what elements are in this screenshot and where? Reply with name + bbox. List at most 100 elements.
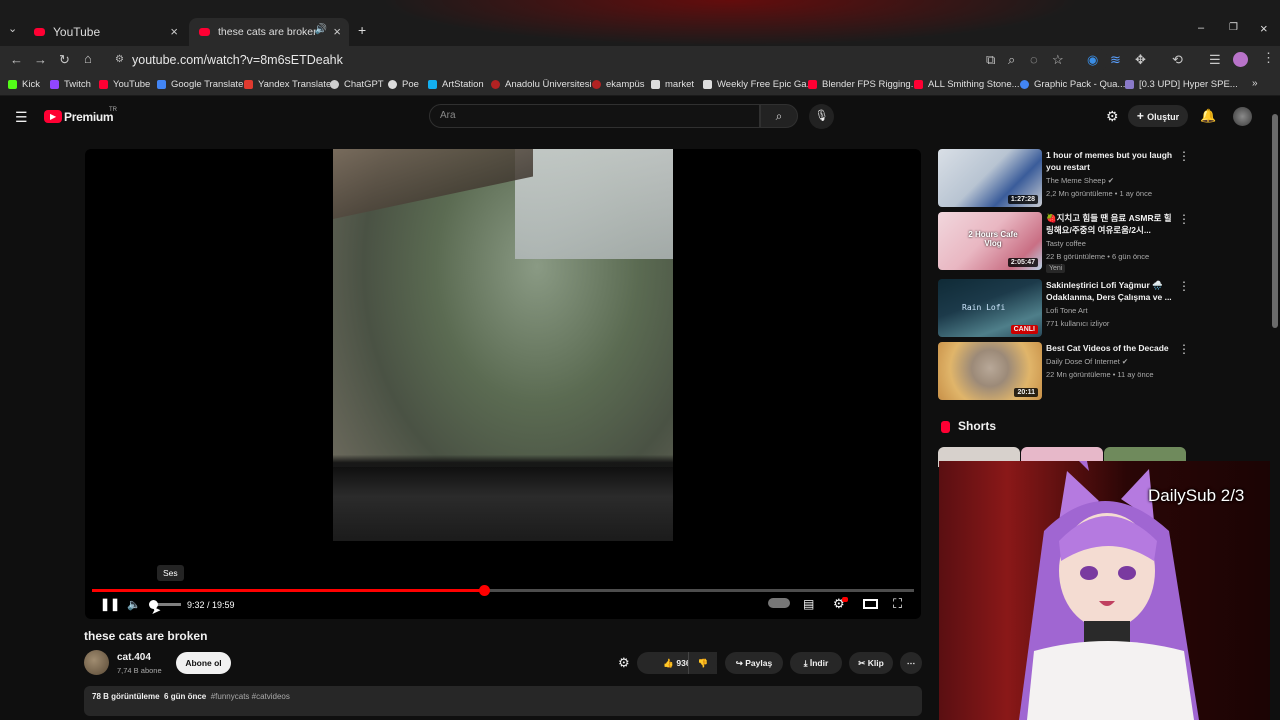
bookmark-graphic-pack[interactable]: Graphic Pack - Qua... <box>1020 79 1125 90</box>
tab-search-icon[interactable]: ⌄ <box>8 22 17 35</box>
channel-avatar[interactable] <box>84 650 109 675</box>
close-window-icon[interactable]: × <box>1260 21 1268 36</box>
bookmark-google-translate[interactable]: Google Translate <box>157 79 243 90</box>
recommendation-item[interactable]: 1:27:28 1 hour of memes but you laugh yo… <box>938 149 1190 209</box>
close-tab-icon[interactable]: × <box>170 24 178 39</box>
minimize-icon[interactable]: – <box>1198 22 1204 34</box>
university-icon <box>491 80 500 89</box>
bookmark-ekampus[interactable]: ekampüs <box>592 79 645 90</box>
video-player[interactable]: Ses ❚❚ 🔈 9:32 / 19:59 ▤ ⚙ ⛶ <box>85 149 921 619</box>
bookmark-star-icon[interactable]: ☆ <box>1052 52 1064 68</box>
site-info-icon[interactable]: ⚙ <box>115 48 124 72</box>
recommendation-title[interactable]: Sakinleştirici Lofi Yağmur 🌧️ Odaklanma,… <box>1046 279 1176 303</box>
speaker-icon[interactable]: 🔊 <box>315 24 327 35</box>
close-tab-icon[interactable]: × <box>333 24 341 39</box>
extension-icon[interactable]: ◉ <box>1087 52 1098 68</box>
bookmark-kick[interactable]: Kick <box>8 79 40 90</box>
menu-hamburger-icon[interactable]: ☰ <box>15 109 28 126</box>
progress-bar[interactable] <box>92 585 914 596</box>
subtitles-icon[interactable]: ▤ <box>803 597 814 611</box>
fullscreen-icon[interactable]: ⛶ <box>893 596 902 612</box>
dislike-button[interactable]: 👎 <box>688 652 717 674</box>
back-icon[interactable]: ← <box>10 52 23 67</box>
subscribe-button[interactable]: Abone ol <box>176 652 231 674</box>
bookmark-epic[interactable]: Weekly Free Epic Ga... <box>703 79 815 90</box>
bookmark-market[interactable]: market <box>651 79 694 90</box>
hashtags[interactable]: #funnycats #catvideos <box>211 692 290 701</box>
voice-search-button[interactable]: 🎙 <box>809 104 834 129</box>
video-thumbnail[interactable]: Rain Lofi CANLI <box>938 279 1042 337</box>
recommendation-title[interactable]: 🍓지치고 힘들 땐 음료 ASMR로 힐링해요/주중의 여유로움/2시... <box>1046 212 1176 236</box>
clip-button[interactable]: ✂ Klip <box>849 652 893 674</box>
bookmark-smithing[interactable]: ALL Smithing Stone... <box>914 79 1020 90</box>
install-app-icon[interactable]: ⧉ <box>986 52 995 68</box>
home-icon[interactable]: ⌂ <box>84 51 92 66</box>
search-input[interactable]: Ara <box>429 104 760 128</box>
recommendation-item[interactable]: 20:11 Best Cat Videos of the Decade Dail… <box>938 342 1190 402</box>
recommendation-item[interactable]: Rain Lofi CANLI Sakinleştirici Lofi Yağm… <box>938 279 1190 339</box>
maximize-icon[interactable]: ❐ <box>1229 22 1238 33</box>
recommendation-channel[interactable]: Tasty coffee <box>1046 239 1086 248</box>
description-box[interactable] <box>84 686 922 716</box>
more-options-icon[interactable]: ⋮ <box>1178 342 1190 356</box>
recommendation-channel[interactable]: The Meme Sheep ✔ <box>1046 176 1114 185</box>
profile-avatar[interactable] <box>1233 52 1248 67</box>
browser-menu-icon[interactable]: ⋮ <box>1262 50 1275 66</box>
bookmark-hyper[interactable]: [0.3 UPD] Hyper SPE... <box>1125 79 1238 90</box>
bookmark-poe[interactable]: Poe <box>388 79 419 90</box>
more-options-icon[interactable]: ⋮ <box>1178 279 1190 293</box>
search-button[interactable]: ⌕ <box>760 104 798 128</box>
youtube-logo-icon[interactable]: ▶ <box>44 110 62 123</box>
bookmark-artstation[interactable]: ArtStation <box>428 79 484 90</box>
tab-youtube[interactable]: YouTube × <box>24 18 186 46</box>
reload-icon[interactable]: ↻ <box>59 52 70 68</box>
pause-icon[interactable]: ❚❚ <box>100 597 120 611</box>
kick-icon <box>8 80 17 89</box>
video-thumbnail[interactable]: 1:27:28 <box>938 149 1042 207</box>
theater-mode-icon[interactable] <box>863 599 878 609</box>
channel-name[interactable]: cat.404 <box>117 652 151 663</box>
create-button[interactable]: + Oluştur <box>1128 105 1188 127</box>
gear-icon <box>1125 80 1134 89</box>
recommendation-channel[interactable]: Daily Dose Of Internet ✔ <box>1046 357 1128 366</box>
more-actions-button[interactable]: ⋯ <box>900 652 922 674</box>
share-button[interactable]: ↪ Paylaş <box>725 652 783 674</box>
recommendation-item[interactable]: 2 Hours Cafe Vlog 2:05:47 🍓지치고 힘들 땐 음료 A… <box>938 212 1190 273</box>
bookmark-twitch[interactable]: Twitch <box>50 79 91 90</box>
volume-icon[interactable]: 🔈 <box>127 598 141 611</box>
account-avatar[interactable] <box>1233 107 1252 126</box>
bookmark-anadolu[interactable]: Anadolu Üniversitesi <box>491 79 592 90</box>
download-button[interactable]: ⤓ İndir <box>790 652 842 674</box>
bookmark-chatgpt[interactable]: ChatGPT <box>330 79 384 90</box>
recommendation-title[interactable]: 1 hour of memes but you laugh you restar… <box>1046 149 1176 173</box>
more-options-icon[interactable]: ⋮ <box>1178 212 1190 226</box>
video-thumbnail[interactable]: 2 Hours Cafe Vlog 2:05:47 <box>938 212 1042 270</box>
address-bar[interactable]: ⚙ youtube.com/watch?v=8m6sETDeahk <box>108 48 1108 72</box>
zoom-icon[interactable]: ⌕ <box>1008 52 1015 68</box>
studio-gear-icon[interactable]: ⚙ <box>618 655 630 671</box>
recommendation-title[interactable]: Best Cat Videos of the Decade <box>1046 342 1176 354</box>
notifications-bell-icon[interactable]: 🔔 <box>1200 108 1216 124</box>
bookmark-youtube[interactable]: YouTube <box>99 79 150 90</box>
studio-gear-icon[interactable]: ⚙ <box>1106 108 1119 125</box>
autoplay-toggle[interactable] <box>768 598 790 608</box>
progress-scrubber[interactable] <box>479 585 491 596</box>
bookmark-blender[interactable]: Blender FPS Rigging... <box>808 79 919 90</box>
reading-list-icon[interactable]: ☰ <box>1209 52 1221 68</box>
recommendation-channel[interactable]: Lofi Tone Art <box>1046 306 1088 315</box>
tab-current-video[interactable]: these cats are broken - You 🔊 × <box>189 18 349 46</box>
new-tab-button[interactable]: + <box>358 22 366 38</box>
audio-extension-icon[interactable]: ≋ <box>1110 52 1121 68</box>
history-icon[interactable]: ⟲ <box>1172 52 1183 68</box>
more-bookmarks-icon[interactable]: » <box>1252 78 1258 89</box>
extensions-puzzle-icon[interactable]: ✥ <box>1135 52 1146 68</box>
scrollbar-thumb[interactable] <box>1272 114 1278 328</box>
premium-logo-text[interactable]: Premium <box>64 110 114 124</box>
hide-icon[interactable]: ◌ <box>1030 52 1038 67</box>
video-thumbnail[interactable]: 20:11 <box>938 342 1042 400</box>
bookmark-yandex-translate[interactable]: Yandex Translate <box>244 79 331 90</box>
youtube-favicon-icon <box>34 28 45 36</box>
forward-icon[interactable]: → <box>34 52 47 67</box>
more-options-icon[interactable]: ⋮ <box>1178 149 1190 163</box>
recommendation-meta: 2,2 Mn görüntüleme • 1 ay önce <box>1046 189 1153 198</box>
